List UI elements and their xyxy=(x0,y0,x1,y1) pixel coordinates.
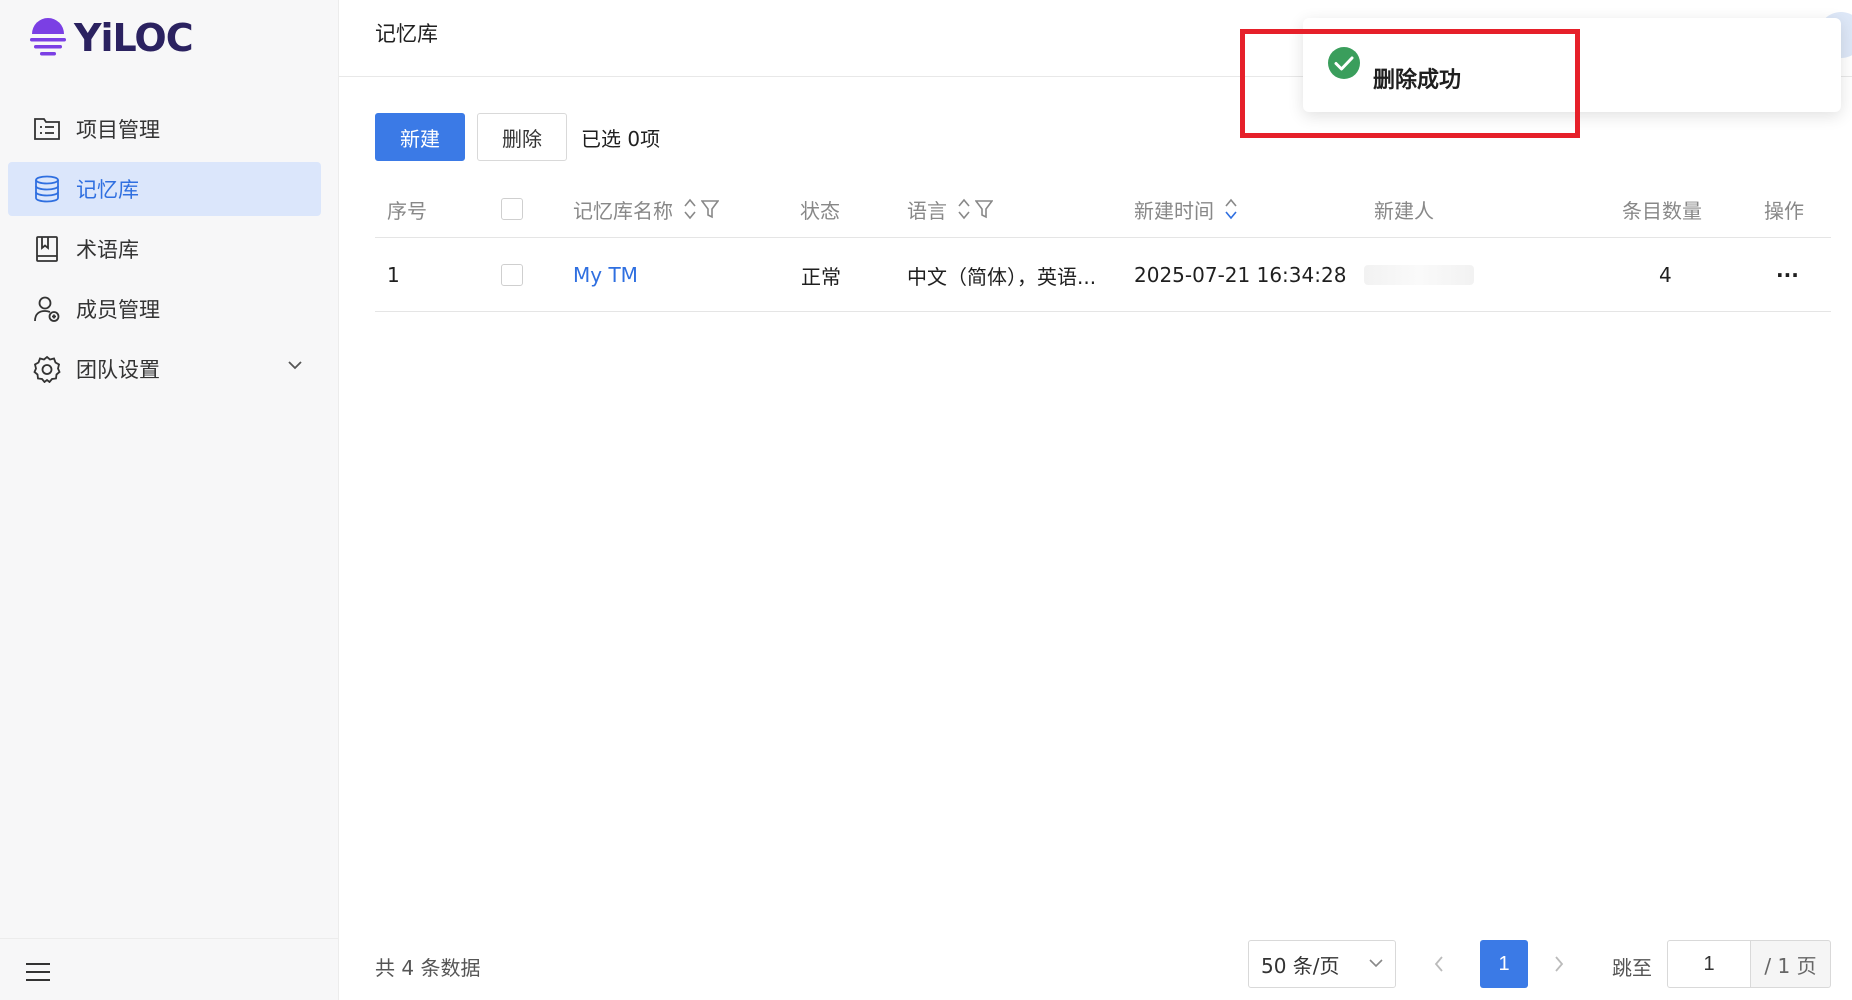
cell-creator xyxy=(1364,238,1474,312)
member-icon xyxy=(32,294,62,324)
memory-name-link[interactable]: My TM xyxy=(573,238,638,312)
page-title: 记忆库 xyxy=(375,23,438,46)
highlight-box xyxy=(1240,29,1580,138)
column-status: 状态 xyxy=(800,198,840,223)
prev-page-icon[interactable] xyxy=(1433,954,1445,974)
page-size-value: 50 条/页 xyxy=(1261,953,1340,978)
selected-count: 已选 0项 xyxy=(581,126,661,151)
yiloc-logo-icon xyxy=(30,18,66,56)
sidebar-item-label: 成员管理 xyxy=(76,299,160,322)
sidebar-item-label: 记忆库 xyxy=(76,179,139,202)
sidebar-item-glossary[interactable]: 术语库 xyxy=(8,222,321,276)
sort-icon[interactable] xyxy=(683,196,697,222)
logo-text: YiLOC xyxy=(74,16,194,60)
sidebar: YiLOC 项目管理 记忆库 术语库 成员管理 团队设置 xyxy=(0,0,339,1000)
page-size-select[interactable]: 50 条/页 xyxy=(1248,940,1396,988)
column-language: 语言 xyxy=(907,180,993,238)
project-list-icon xyxy=(32,114,62,144)
column-index: 序号 xyxy=(387,198,427,223)
delete-button[interactable]: 删除 xyxy=(477,113,567,161)
filter-icon[interactable] xyxy=(975,199,993,219)
chevron-down-icon xyxy=(1369,959,1383,968)
cell-count: 4 xyxy=(1659,263,1672,287)
column-language-label: 语言 xyxy=(907,198,947,223)
toolbar: 新建 删除 已选 0项 xyxy=(375,113,660,161)
jump-page-input[interactable] xyxy=(1667,940,1751,988)
book-icon xyxy=(32,234,62,264)
sidebar-item-label: 术语库 xyxy=(76,239,139,262)
memory-table: 序号 记忆库名称 状态 语言 新建时间 新建人 条目数量 操作 1 My TM … xyxy=(375,180,1831,312)
sidebar-item-memory[interactable]: 记忆库 xyxy=(8,162,321,216)
cell-created-time: 2025-07-21 16:34:28 xyxy=(1134,263,1347,287)
creator-redacted xyxy=(1364,265,1474,285)
sidebar-item-label: 项目管理 xyxy=(76,119,160,142)
page-current[interactable]: 1 xyxy=(1480,940,1528,988)
cell-index: 1 xyxy=(387,263,400,287)
new-button[interactable]: 新建 xyxy=(375,113,465,161)
select-all-checkbox-cell xyxy=(501,180,523,238)
sidebar-nav: 项目管理 记忆库 术语库 成员管理 团队设置 xyxy=(8,102,321,402)
cell-status: 正常 xyxy=(801,264,841,289)
sidebar-item-team-settings[interactable]: 团队设置 xyxy=(8,342,321,396)
column-count: 条目数量 xyxy=(1622,198,1702,223)
more-actions-button[interactable]: ··· xyxy=(1776,238,1799,312)
row-checkbox-cell xyxy=(501,238,523,312)
pagination-bar: 共 4 条数据 50 条/页 1 跳至 / 1 页 xyxy=(375,940,1832,988)
filter-icon[interactable] xyxy=(701,199,719,219)
gear-icon xyxy=(32,354,62,384)
sidebar-item-label: 团队设置 xyxy=(76,359,160,382)
sort-icon[interactable] xyxy=(957,196,971,222)
sidebar-item-members[interactable]: 成员管理 xyxy=(8,282,321,336)
select-all-checkbox[interactable] xyxy=(501,198,523,220)
sort-descending-icon[interactable] xyxy=(1224,196,1238,222)
sidebar-item-projects[interactable]: 项目管理 xyxy=(8,102,321,156)
database-icon xyxy=(32,174,62,204)
column-actions: 操作 xyxy=(1764,198,1804,223)
table-row[interactable]: 1 My TM 正常 中文（简体），英语... 2025-07-21 16:34… xyxy=(375,238,1831,312)
column-created-time-label: 新建时间 xyxy=(1134,198,1214,223)
column-created-time: 新建时间 xyxy=(1134,180,1238,238)
total-pages: / 1 页 xyxy=(1751,940,1831,988)
column-creator: 新建人 xyxy=(1374,198,1434,223)
jump-label: 跳至 xyxy=(1612,956,1652,980)
logo[interactable]: YiLOC xyxy=(28,14,194,62)
next-page-icon[interactable] xyxy=(1553,954,1565,974)
sidebar-footer xyxy=(0,938,339,1000)
column-name: 记忆库名称 xyxy=(573,180,719,238)
cell-language: 中文（简体），英语... xyxy=(907,264,1097,289)
table-header: 序号 记忆库名称 状态 语言 新建时间 新建人 条目数量 操作 xyxy=(375,180,1831,238)
menu-toggle-icon[interactable] xyxy=(26,963,50,983)
column-name-label: 记忆库名称 xyxy=(573,198,673,223)
row-checkbox[interactable] xyxy=(501,264,523,286)
total-count: 共 4 条数据 xyxy=(375,956,481,980)
chevron-down-icon[interactable] xyxy=(287,360,303,370)
